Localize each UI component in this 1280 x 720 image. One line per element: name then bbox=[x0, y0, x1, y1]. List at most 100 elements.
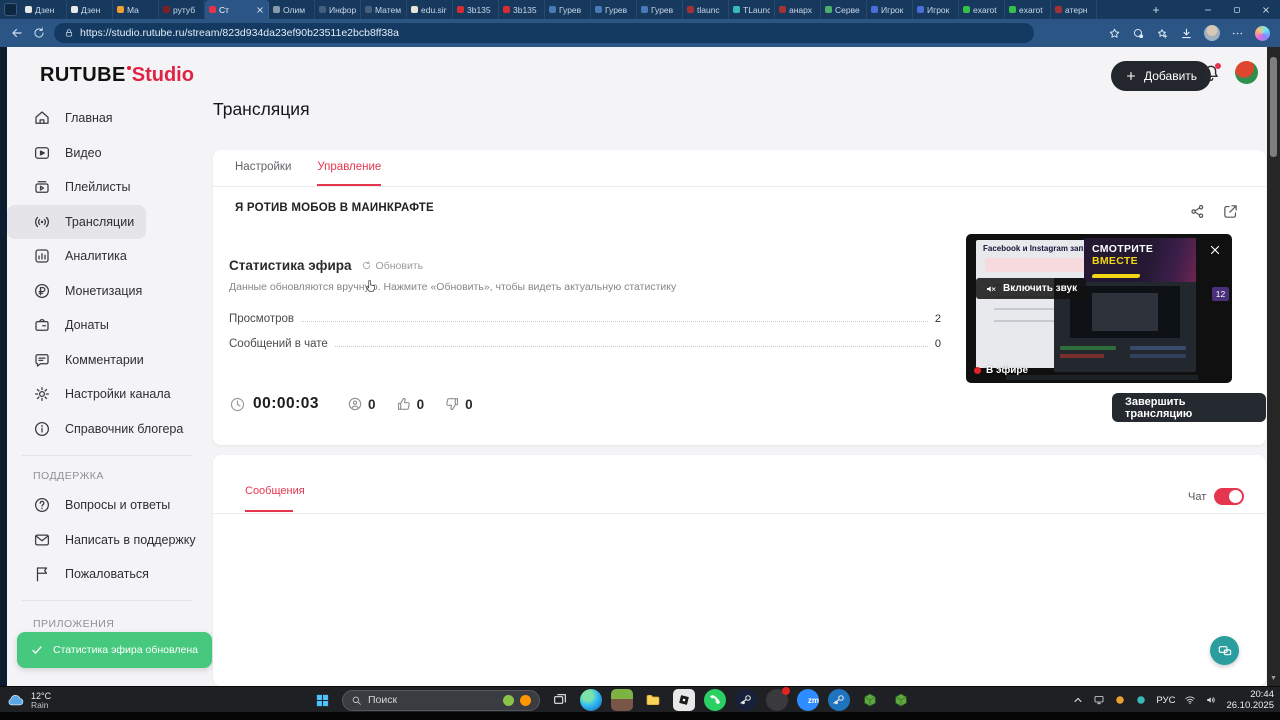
sidebar-item[interactable]: Плейлисты bbox=[7, 170, 142, 205]
browser-tab[interactable]: Серве bbox=[821, 0, 867, 19]
browser-tab[interactable]: анарх bbox=[775, 0, 821, 19]
tray-app-icon[interactable] bbox=[1135, 694, 1147, 706]
scrollbar-down-arrow[interactable]: ▼ bbox=[1270, 675, 1277, 682]
sidebar-item[interactable]: Комментарии bbox=[7, 343, 156, 378]
downloads-icon[interactable] bbox=[1180, 27, 1193, 40]
start-button-icon[interactable] bbox=[312, 690, 333, 711]
taskbar-app-icon[interactable] bbox=[890, 689, 912, 711]
rutube-studio-logo[interactable]: RUTUBE Studio bbox=[40, 64, 194, 87]
collections-icon[interactable] bbox=[1156, 27, 1169, 40]
stats-row-label: Сообщений в чате bbox=[229, 338, 328, 350]
external-link-icon[interactable] bbox=[1222, 203, 1239, 220]
stream-card-tab[interactable]: Настройки bbox=[235, 150, 291, 186]
browser-tab[interactable]: Ма bbox=[113, 0, 159, 19]
browser-tab[interactable]: Ст bbox=[205, 0, 269, 19]
taskbar-app-icon[interactable] bbox=[766, 687, 790, 711]
profile-avatar[interactable] bbox=[1204, 25, 1220, 41]
chat-toggle[interactable] bbox=[1214, 488, 1244, 505]
scrollbar-thumb[interactable] bbox=[1270, 57, 1277, 157]
taskbar-app-icon[interactable] bbox=[828, 689, 850, 711]
workspaces-icon[interactable] bbox=[4, 3, 17, 16]
sidebar-item[interactable]: Настройки канала bbox=[7, 377, 183, 412]
sidebar-item[interactable]: Аналитика bbox=[7, 239, 139, 274]
tab-favicon-icon bbox=[163, 6, 170, 13]
copilot-icon[interactable] bbox=[1255, 25, 1270, 41]
taskbar-app-icon[interactable] bbox=[859, 689, 881, 711]
notifications-bell-icon[interactable] bbox=[1201, 63, 1221, 83]
browser-tab[interactable]: рутуб bbox=[159, 0, 205, 19]
stream-card-tab[interactable]: Управление bbox=[317, 150, 382, 186]
tab-close-icon[interactable] bbox=[256, 6, 264, 14]
chevron-up-icon[interactable] bbox=[1072, 694, 1084, 706]
tray-app-icon[interactable] bbox=[1114, 694, 1126, 706]
sidebar-item[interactable]: Монетизация bbox=[7, 274, 154, 309]
browser-tab[interactable]: Игрок bbox=[867, 0, 913, 19]
taskbar-app-icon[interactable] bbox=[673, 689, 695, 711]
taskbar-app-icon[interactable] bbox=[549, 689, 571, 711]
refresh-icon[interactable] bbox=[32, 26, 46, 40]
taskbar-app-icon[interactable] bbox=[611, 689, 633, 711]
taskbar-app-icon[interactable] bbox=[704, 689, 726, 711]
sidebar-item[interactable]: Пожаловаться bbox=[7, 557, 161, 592]
sidebar-item[interactable]: Справочник блогера bbox=[7, 412, 195, 447]
taskbar-app-icon[interactable] bbox=[735, 689, 757, 711]
browser-tab[interactable]: TLaunc bbox=[729, 0, 775, 19]
browser-tab[interactable]: Олим bbox=[269, 0, 315, 19]
taskbar-app-icon[interactable] bbox=[580, 689, 602, 714]
browser-tab[interactable]: edu.sir bbox=[407, 0, 453, 19]
add-button[interactable]: Добавить bbox=[1111, 61, 1212, 91]
end-stream-button[interactable]: Завершить трансляцию bbox=[1112, 393, 1266, 422]
close-button[interactable] bbox=[1251, 0, 1280, 19]
browser-tab[interactable]: Инфор bbox=[315, 0, 361, 19]
sidebar-item[interactable]: Трансляции bbox=[7, 204, 147, 239]
browser-tab[interactable]: exarot bbox=[959, 0, 1005, 19]
browser-tab[interactable]: Гурев bbox=[545, 0, 591, 19]
language-indicator[interactable]: РУС bbox=[1156, 695, 1175, 706]
sidebar-item[interactable]: Вопросы и ответы bbox=[7, 488, 182, 523]
browser-tab[interactable]: 3b135 bbox=[453, 0, 499, 19]
browser-tab[interactable]: атерн bbox=[1051, 0, 1097, 19]
tray-app-icon[interactable] bbox=[1093, 694, 1105, 706]
user-avatar[interactable] bbox=[1235, 61, 1258, 84]
maximize-button[interactable] bbox=[1222, 0, 1251, 19]
volume-icon[interactable] bbox=[1205, 694, 1217, 706]
support-chat-fab[interactable] bbox=[1210, 636, 1239, 665]
taskbar-app-icon[interactable] bbox=[642, 689, 664, 711]
page-scrollbar[interactable]: ▼ bbox=[1267, 47, 1280, 686]
extensions-icon[interactable] bbox=[1132, 27, 1145, 40]
unmute-button[interactable]: Включить звук bbox=[976, 278, 1087, 299]
favorites-icon[interactable] bbox=[1108, 27, 1121, 40]
browser-tab[interactable]: Дзен bbox=[67, 0, 113, 19]
wifi-icon[interactable] bbox=[1184, 694, 1196, 706]
browser-tab[interactable]: Гурев bbox=[591, 0, 637, 19]
stream-preview-player[interactable]: Facebook и Instagram запр СМОТРИТЕ ВМЕСТ… bbox=[966, 234, 1232, 383]
unmute-label: Включить звук bbox=[1003, 283, 1078, 294]
browser-tab[interactable]: Матем bbox=[361, 0, 407, 19]
weather-widget[interactable]: 12°C Rain bbox=[6, 688, 51, 712]
share-icon[interactable] bbox=[1189, 203, 1206, 220]
minimize-button[interactable] bbox=[1193, 0, 1222, 19]
preview-close-icon[interactable] bbox=[1209, 244, 1221, 256]
messages-tab[interactable]: Сообщения bbox=[245, 485, 305, 497]
back-icon[interactable] bbox=[10, 26, 24, 40]
sidebar-item[interactable]: Написать в поддержку bbox=[7, 523, 208, 558]
app-glyph-icon bbox=[893, 692, 909, 708]
taskbar-app-icon[interactable]: zm bbox=[797, 689, 819, 711]
browser-tab[interactable]: tlaunc bbox=[683, 0, 729, 19]
menu-dots-icon[interactable] bbox=[1231, 27, 1244, 40]
browser-tab[interactable]: Дзен bbox=[21, 0, 67, 19]
sidebar-item[interactable]: Видео bbox=[7, 136, 114, 171]
sidebar-item-icon bbox=[33, 247, 51, 265]
taskbar-clock[interactable]: 20:44 26.10.2025 bbox=[1226, 689, 1274, 711]
browser-tab[interactable]: 3b135 bbox=[499, 0, 545, 19]
address-bar[interactable]: https://studio.rutube.ru/stream/823d934d… bbox=[54, 23, 1034, 43]
refresh-stats-link[interactable]: Обновить bbox=[361, 260, 423, 272]
viewer-icon bbox=[347, 396, 363, 412]
taskbar-search[interactable]: Поиск bbox=[342, 689, 540, 711]
new-tab-button[interactable]: + bbox=[1147, 3, 1165, 17]
browser-tab[interactable]: Игрок bbox=[913, 0, 959, 19]
browser-tab[interactable]: Гурев bbox=[637, 0, 683, 19]
browser-tab[interactable]: exarot bbox=[1005, 0, 1051, 19]
sidebar-item[interactable]: Главная bbox=[7, 101, 125, 136]
sidebar-item[interactable]: Донаты bbox=[7, 308, 121, 343]
